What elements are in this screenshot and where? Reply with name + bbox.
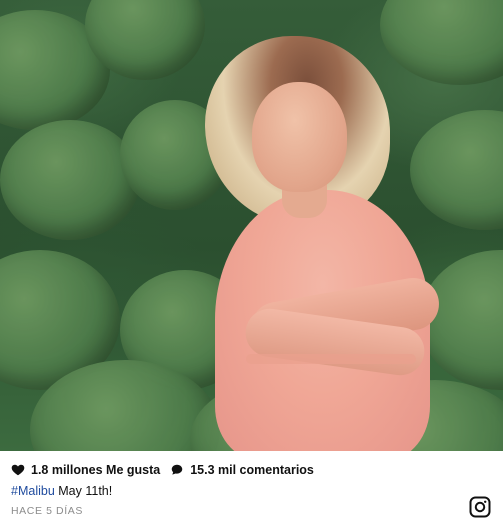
heart-icon[interactable] [11, 463, 25, 477]
post-meta: 1.8 millones Me gusta 15.3 mil comentari… [0, 451, 503, 530]
post-stats: 1.8 millones Me gusta 15.3 mil comentari… [11, 461, 314, 479]
caption-text: May 11th! [54, 484, 113, 498]
instagram-icon[interactable] [468, 495, 492, 519]
hashtag-link[interactable]: #Malibu [11, 484, 55, 498]
post-timestamp: HACE 5 DÍAS [11, 505, 83, 517]
speech-bubble-icon[interactable] [170, 463, 184, 477]
belt-shape [246, 354, 416, 364]
leaf-shape [410, 110, 503, 230]
likes-count: 1.8 millones Me gusta [31, 463, 161, 477]
face-shape [252, 82, 347, 192]
comments-stat[interactable]: 15.3 mil comentarios [170, 463, 314, 477]
comments-count: 15.3 mil comentarios [190, 463, 314, 477]
post-caption: #Malibu May 11th! [11, 484, 112, 498]
instagram-post: 1.8 millones Me gusta 15.3 mil comentari… [0, 0, 503, 530]
post-photo[interactable] [0, 0, 503, 451]
leaf-shape [0, 120, 140, 240]
likes-stat[interactable]: 1.8 millones Me gusta [11, 463, 160, 477]
leaf-shape [380, 0, 503, 85]
